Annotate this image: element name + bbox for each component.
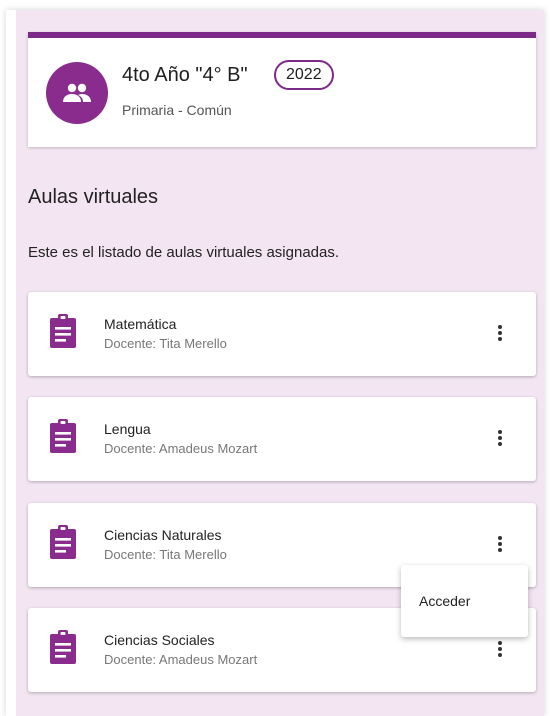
content-panel: 4to Año "4° B" 2022 Primaria - Común Aul… bbox=[16, 10, 544, 716]
course-title: 4to Año "4° B" bbox=[122, 64, 248, 86]
year-badge: 2022 bbox=[274, 60, 334, 90]
more-options-button[interactable] bbox=[486, 529, 514, 559]
assignment-icon bbox=[50, 525, 76, 559]
more-vertical-icon bbox=[498, 430, 502, 446]
room-teacher: Docente: Tita Merello bbox=[104, 336, 227, 351]
more-vertical-icon bbox=[498, 536, 502, 552]
room-teacher: Docente: Amadeus Mozart bbox=[104, 441, 258, 456]
assignment-icon bbox=[50, 630, 76, 664]
room-teacher: Docente: Amadeus Mozart bbox=[104, 652, 258, 667]
group-icon bbox=[63, 83, 91, 102]
more-options-button[interactable] bbox=[486, 634, 514, 664]
assignment-icon bbox=[50, 314, 76, 348]
more-options-button[interactable] bbox=[486, 423, 514, 453]
context-menu: Acceder bbox=[401, 565, 528, 637]
room-name: Ciencias Sociales bbox=[104, 632, 215, 648]
room-card-matematica[interactable]: Matemática Docente: Tita Merello bbox=[28, 292, 536, 376]
assignment-icon bbox=[50, 419, 76, 453]
menu-item-acceder[interactable]: Acceder bbox=[401, 565, 528, 637]
course-header-card: 4to Año "4° B" 2022 Primaria - Común bbox=[28, 32, 536, 147]
room-name: Matemática bbox=[104, 316, 177, 332]
section-title: Aulas virtuales bbox=[28, 186, 159, 208]
room-card-lengua[interactable]: Lengua Docente: Amadeus Mozart bbox=[28, 397, 536, 481]
course-subtitle: Primaria - Común bbox=[122, 102, 232, 118]
room-name: Lengua bbox=[104, 421, 151, 437]
course-avatar bbox=[46, 62, 108, 124]
room-teacher: Docente: Tita Merello bbox=[104, 547, 227, 562]
more-options-button[interactable] bbox=[486, 318, 514, 348]
more-vertical-icon bbox=[498, 325, 502, 341]
room-name: Ciencias Naturales bbox=[104, 527, 222, 543]
app-window: 4to Año "4° B" 2022 Primaria - Común Aul… bbox=[6, 10, 544, 716]
more-vertical-icon bbox=[498, 641, 502, 657]
section-description: Este es el listado de aulas virtuales as… bbox=[28, 244, 340, 261]
